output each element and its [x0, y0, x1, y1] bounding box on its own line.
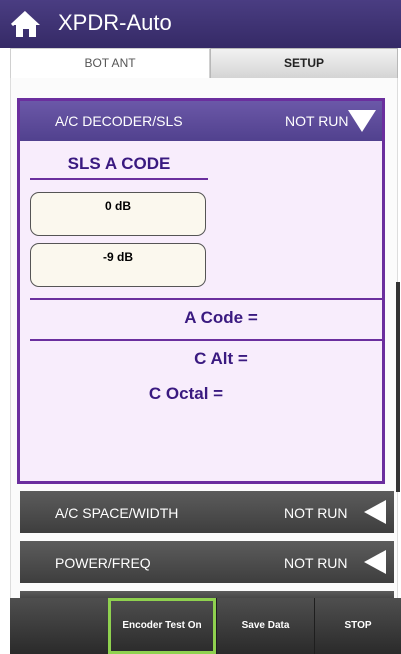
- stop-button[interactable]: STOP: [314, 598, 401, 654]
- divider: [30, 298, 382, 300]
- section-status: NOT RUN: [284, 505, 348, 521]
- a-code-label: A Code =: [184, 308, 258, 327]
- sls-a-code-heading: SLS A CODE: [30, 154, 208, 180]
- bottom-action-bar: Encoder Test On Save Data STOP: [10, 598, 401, 654]
- divider: [30, 339, 382, 341]
- tab-bot-ant[interactable]: BOT ANT: [10, 48, 210, 78]
- section-label: POWER/FREQ: [55, 555, 151, 571]
- sls-value-box: 0 dB: [30, 192, 206, 236]
- decoder-sls-panel: A/C DECODER/SLS NOT RUN SLS A CODE 0 dB …: [17, 98, 385, 484]
- tab-bar: BOT ANT SETUP: [10, 48, 398, 79]
- title-bar: XPDR-Auto: [0, 0, 401, 48]
- app-title: XPDR-Auto: [58, 10, 172, 35]
- expand-triangle-icon[interactable]: [364, 500, 386, 524]
- section-status: NOT RUN: [284, 555, 348, 571]
- empty-soft-key[interactable]: [10, 598, 108, 654]
- panel-status: NOT RUN: [285, 113, 349, 129]
- encoder-test-button[interactable]: Encoder Test On: [108, 598, 216, 654]
- c-octal-label: C Octal =: [148, 384, 224, 403]
- save-data-button[interactable]: Save Data: [216, 598, 314, 654]
- power-freq-section[interactable]: POWER/FREQ NOT RUN: [20, 541, 394, 583]
- home-icon[interactable]: [10, 9, 42, 39]
- decoder-sls-header[interactable]: A/C DECODER/SLS NOT RUN: [20, 101, 382, 141]
- collapse-triangle-icon[interactable]: [348, 110, 376, 132]
- section-label: A/C SPACE/WIDTH: [55, 505, 179, 521]
- panel-title: A/C DECODER/SLS: [55, 113, 183, 129]
- expand-triangle-icon[interactable]: [364, 550, 386, 574]
- space-width-section[interactable]: A/C SPACE/WIDTH NOT RUN: [20, 491, 394, 533]
- tab-setup[interactable]: SETUP: [210, 48, 398, 79]
- sls-value-box: -9 dB: [30, 243, 206, 287]
- c-alt-label: C Alt =: [194, 349, 248, 368]
